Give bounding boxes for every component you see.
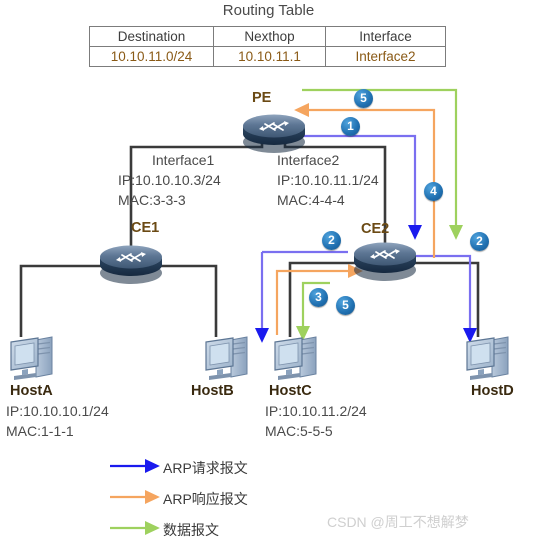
- interface1-ip: IP:10.10.10.3/24: [118, 172, 221, 188]
- hostc-ip: IP:10.10.11.2/24: [265, 403, 367, 419]
- hosta-icon: [10, 336, 53, 380]
- interface1-label: Interface1: [152, 152, 215, 168]
- hostd-icon: [466, 336, 509, 380]
- watermark: CSDN @周工不想解梦: [327, 514, 469, 530]
- step-badge-2-left: 2: [322, 231, 341, 250]
- step-badge-5-low: 5: [336, 296, 355, 315]
- hostd-label: HostD: [471, 383, 514, 399]
- interface2-label: Interface2: [277, 152, 340, 168]
- interface2-mac: MAC:4-4-4: [277, 192, 345, 208]
- interface2-ip: IP:10.10.11.1/24: [277, 172, 379, 188]
- ce1-label: CE1: [131, 220, 160, 236]
- step-badge-4: 4: [424, 182, 443, 201]
- hostb-icon: [205, 336, 248, 380]
- legend-label-arp-request: ARP请求报文: [163, 460, 248, 476]
- ce2-label: CE2: [361, 221, 390, 237]
- step-badge-3: 3: [309, 288, 328, 307]
- step-badge-2-right: 2: [470, 232, 489, 251]
- hostc-icon: [274, 336, 317, 380]
- network-diagram: Routing Table Destination Nexthop Interf…: [0, 0, 537, 548]
- legend-label-arp-reply: ARP响应报文: [163, 491, 248, 507]
- step-badge-1: 1: [341, 117, 360, 136]
- hostc-mac: MAC:5-5-5: [265, 423, 333, 439]
- legend-label-data: 数据报文: [163, 522, 219, 538]
- hostb-label: HostB: [191, 383, 234, 399]
- ce1-switch-icon: [100, 245, 162, 284]
- ce2-switch-icon: [354, 242, 416, 281]
- topology-wires: [10, 88, 509, 536]
- physical-links: [19, 136, 480, 337]
- pe-label: PE: [252, 90, 272, 106]
- step-badge-5-top: 5: [354, 89, 373, 108]
- legend-arrows: [110, 458, 160, 536]
- interface1-mac: MAC:3-3-3: [118, 192, 186, 208]
- pe-router-icon: [243, 114, 305, 153]
- hosta-ip: IP:10.10.10.1/24: [6, 403, 109, 419]
- hosta-mac: MAC:1-1-1: [6, 423, 74, 439]
- hostc-label: HostC: [269, 383, 312, 399]
- hosta-label: HostA: [10, 383, 53, 399]
